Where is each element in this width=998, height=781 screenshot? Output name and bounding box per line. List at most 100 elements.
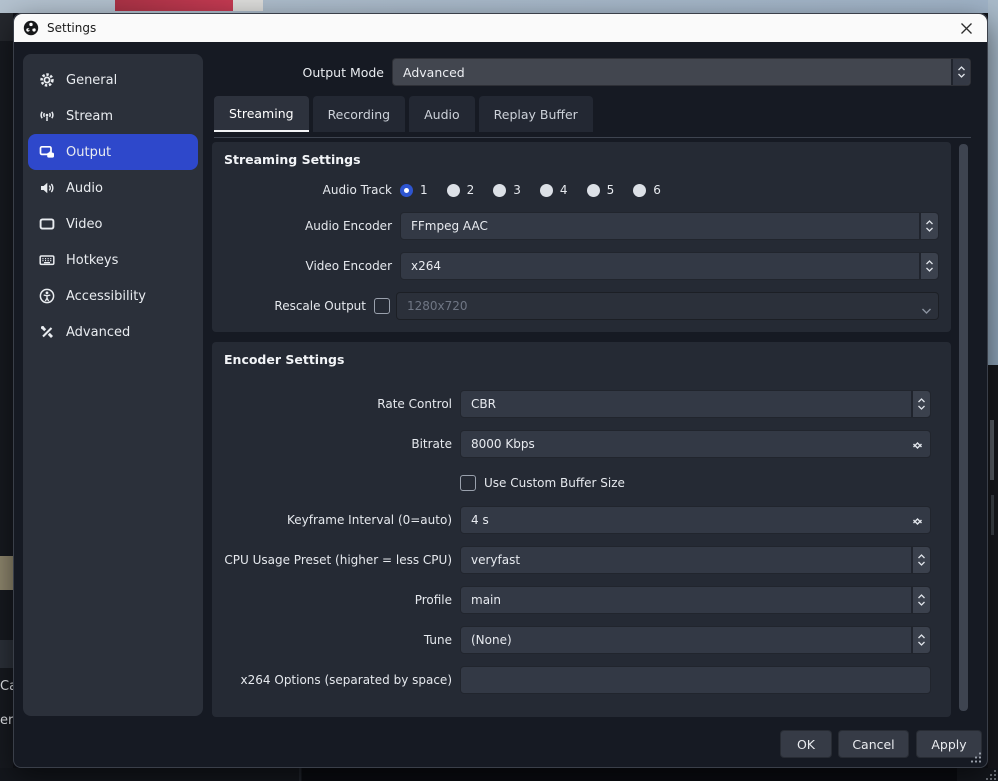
rescale-output-label: Rescale Output <box>224 299 366 313</box>
radio-label: 6 <box>653 183 661 197</box>
sidebar-item-advanced[interactable]: Advanced <box>28 314 198 350</box>
arrow-down-icon[interactable] <box>912 435 923 454</box>
tab-recording[interactable]: Recording <box>313 96 406 132</box>
rescale-resolution-select[interactable]: 1280x720 <box>396 292 939 320</box>
chevron-up-down-icon[interactable] <box>951 59 970 85</box>
video-encoder-select[interactable]: x264 <box>400 252 939 280</box>
keyframe-interval-spinbox[interactable]: 4 s <box>460 506 931 534</box>
tune-value: (None) <box>461 633 512 647</box>
audio-icon <box>38 180 55 197</box>
tune-select[interactable]: (None) <box>460 626 931 654</box>
output-mode-row: Output Mode Advanced <box>214 58 971 86</box>
video-icon <box>38 216 55 233</box>
close-icon[interactable] <box>957 20 975 36</box>
settings-dialog: Settings General Stream Output <box>13 13 988 768</box>
radio-label: 2 <box>467 183 475 197</box>
radio-track-5[interactable] <box>587 184 600 197</box>
sidebar-item-label: Accessibility <box>66 289 146 304</box>
group-title: Encoder Settings <box>224 352 939 368</box>
gear-icon <box>38 72 55 89</box>
cpu-preset-value: veryfast <box>461 553 520 567</box>
rate-control-row: Rate Control CBR <box>224 390 939 418</box>
sidebar-item-label: General <box>66 73 117 88</box>
sidebar-item-label: Stream <box>66 109 113 124</box>
rate-control-label: Rate Control <box>224 397 452 411</box>
sidebar-item-output[interactable]: Output <box>28 134 198 170</box>
chevron-up-down-icon[interactable] <box>911 391 930 417</box>
profile-label: Profile <box>224 593 452 607</box>
rate-control-value: CBR <box>461 397 496 411</box>
streaming-settings-group: Streaming Settings Audio Track 1 2 3 4 5… <box>212 142 951 332</box>
background-streak <box>990 420 994 480</box>
window-resize-grip[interactable] <box>986 769 997 780</box>
advanced-icon <box>38 324 55 341</box>
ok-button[interactable]: OK <box>780 730 832 758</box>
rescale-output-checkbox[interactable] <box>374 298 390 314</box>
custom-buffer-label: Use Custom Buffer Size <box>484 476 625 490</box>
sidebar-item-hotkeys[interactable]: Hotkeys <box>28 242 198 278</box>
sidebar-item-label: Advanced <box>66 325 130 340</box>
x264-options-input[interactable] <box>460 666 931 694</box>
chevron-up-down-icon[interactable] <box>919 253 938 279</box>
stream-icon <box>38 108 55 125</box>
chevron-up-down-icon[interactable] <box>911 627 930 653</box>
radio-label: 5 <box>607 183 615 197</box>
tune-label: Tune <box>224 633 452 647</box>
tab-streaming[interactable]: Streaming <box>214 96 309 132</box>
background-left-top <box>0 13 13 41</box>
chevron-up-down-icon[interactable] <box>919 213 938 239</box>
radio-track-1[interactable] <box>400 184 413 197</box>
tab-audio[interactable]: Audio <box>409 96 475 132</box>
profile-select[interactable]: main <box>460 586 931 614</box>
video-encoder-label: Video Encoder <box>224 259 392 273</box>
sidebar-item-audio[interactable]: Audio <box>28 170 198 206</box>
output-mode-label: Output Mode <box>214 65 384 80</box>
sidebar-item-label: Video <box>66 217 102 232</box>
vertical-scrollbar[interactable] <box>959 144 968 711</box>
rate-control-select[interactable]: CBR <box>460 390 931 418</box>
cpu-preset-select[interactable]: veryfast <box>460 546 931 574</box>
custom-buffer-checkbox[interactable] <box>460 475 476 491</box>
sidebar-item-stream[interactable]: Stream <box>28 98 198 134</box>
sidebar-item-label: Output <box>66 145 111 160</box>
chevron-up-down-icon[interactable] <box>911 587 930 613</box>
background-text-fragment: er <box>0 713 14 728</box>
video-encoder-value: x264 <box>401 259 441 273</box>
audio-encoder-label: Audio Encoder <box>224 219 392 233</box>
radio-track-6[interactable] <box>633 184 646 197</box>
cancel-button[interactable]: Cancel <box>838 730 909 758</box>
obs-logo-icon <box>23 20 39 36</box>
profile-row: Profile main <box>224 586 939 614</box>
sidebar-item-general[interactable]: General <box>28 62 198 98</box>
settings-sidebar: General Stream Output Audio Video <box>23 54 203 716</box>
tab-replay-buffer[interactable]: Replay Buffer <box>479 96 593 132</box>
sidebar-item-accessibility[interactable]: Accessibility <box>28 278 198 314</box>
bitrate-label: Bitrate <box>224 437 452 451</box>
radio-track-4[interactable] <box>540 184 553 197</box>
tabs-separator <box>214 137 971 138</box>
sidebar-item-label: Hotkeys <box>66 253 118 268</box>
audio-track-row: Audio Track 1 2 3 4 5 6 <box>224 180 939 200</box>
bitrate-row: Bitrate 8000 Kbps <box>224 430 939 458</box>
audio-encoder-value: FFmpeg AAC <box>401 219 488 233</box>
rescale-output-row: Rescale Output 1280x720 <box>224 292 939 320</box>
radio-track-3[interactable] <box>493 184 506 197</box>
background-streak <box>991 495 994 535</box>
radio-track-2[interactable] <box>447 184 460 197</box>
hotkeys-icon <box>38 252 55 269</box>
dialog-resize-grip[interactable] <box>970 751 982 763</box>
dialog-titlebar[interactable]: Settings <box>14 14 987 42</box>
sidebar-item-video[interactable]: Video <box>28 206 198 242</box>
audio-encoder-select[interactable]: FFmpeg AAC <box>400 212 939 240</box>
custom-buffer-row: Use Custom Buffer Size <box>224 470 939 496</box>
background-red-bar <box>115 0 233 11</box>
keyframe-interval-label: Keyframe Interval (0=auto) <box>224 513 452 527</box>
output-mode-select[interactable]: Advanced <box>392 58 971 86</box>
audio-track-label: Audio Track <box>224 183 392 197</box>
encoder-settings-group: Encoder Settings Rate Control CBR Bitrat… <box>212 342 951 717</box>
arrow-down-icon[interactable] <box>912 511 923 530</box>
chevron-up-down-icon[interactable] <box>911 547 930 573</box>
accessibility-icon <box>38 288 55 305</box>
bitrate-spinbox[interactable]: 8000 Kbps <box>460 430 931 458</box>
background-white-segment <box>233 0 263 11</box>
